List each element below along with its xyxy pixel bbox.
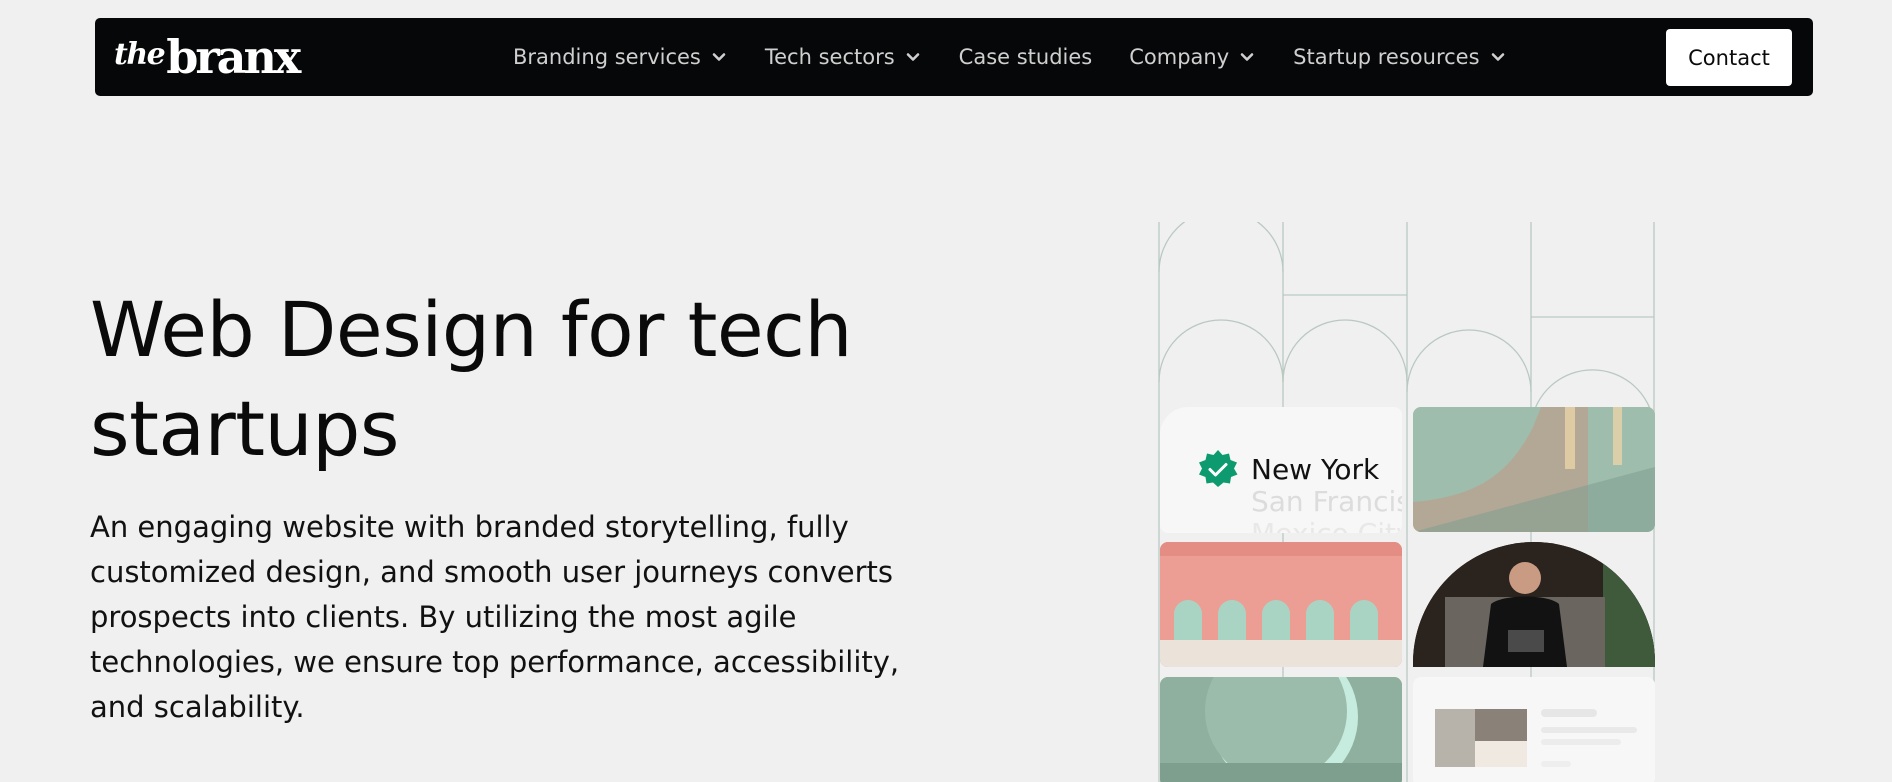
location-card: New York San Francisco Mexico City (1160, 407, 1402, 533)
sage-wall-image (1413, 407, 1655, 532)
nav-menu: Branding services Tech sectors Case stud… (513, 18, 1544, 96)
chevron-down-icon (906, 53, 919, 61)
hero-title: Web Design for tech startups (90, 285, 853, 473)
nav-item-label: Startup resources (1293, 45, 1480, 69)
nav-item-label: Case studies (958, 45, 1093, 69)
nav-item-label: Branding services (513, 45, 701, 69)
chevron-down-icon (712, 53, 726, 61)
sage-wall-illustration (1413, 407, 1655, 532)
nav-item-tech-sectors[interactable]: Tech sectors (765, 45, 922, 69)
hotel-preview-illustration (1435, 709, 1637, 767)
sage-moon-illustration (1160, 677, 1402, 782)
logo-name: branx (166, 30, 301, 84)
nav-item-branding-services[interactable]: Branding services (513, 45, 728, 69)
location-current: New York (1251, 453, 1380, 486)
pink-arches-image (1160, 542, 1402, 667)
hero-visual: New York San Francisco Mexico City (1158, 222, 1655, 782)
chevron-down-icon (1240, 53, 1254, 61)
brand-logo[interactable]: the branx (114, 24, 301, 90)
location-next: San Francisco (1251, 485, 1402, 518)
verified-badge-icon (1199, 450, 1238, 487)
contact-button[interactable]: Contact (1666, 29, 1792, 86)
logo-prefix: the (114, 36, 166, 72)
hotel-preview-card (1413, 677, 1655, 782)
nav-item-startup-resources[interactable]: Startup resources (1293, 45, 1506, 69)
nav-item-case-studies[interactable]: Case studies (959, 45, 1093, 69)
nav-item-label: Company (1129, 45, 1230, 69)
sage-moon-image (1160, 677, 1402, 782)
nav-item-label: Tech sectors (764, 45, 895, 69)
pink-arches-illustration (1160, 542, 1402, 667)
top-navbar: the branx Branding services Tech sectors… (95, 18, 1813, 96)
hero-description: An engaging website with branded storyte… (90, 510, 900, 724)
nav-item-company[interactable]: Company (1129, 45, 1256, 69)
chevron-down-icon (1491, 53, 1504, 61)
location-next: Mexico City (1251, 517, 1402, 533)
